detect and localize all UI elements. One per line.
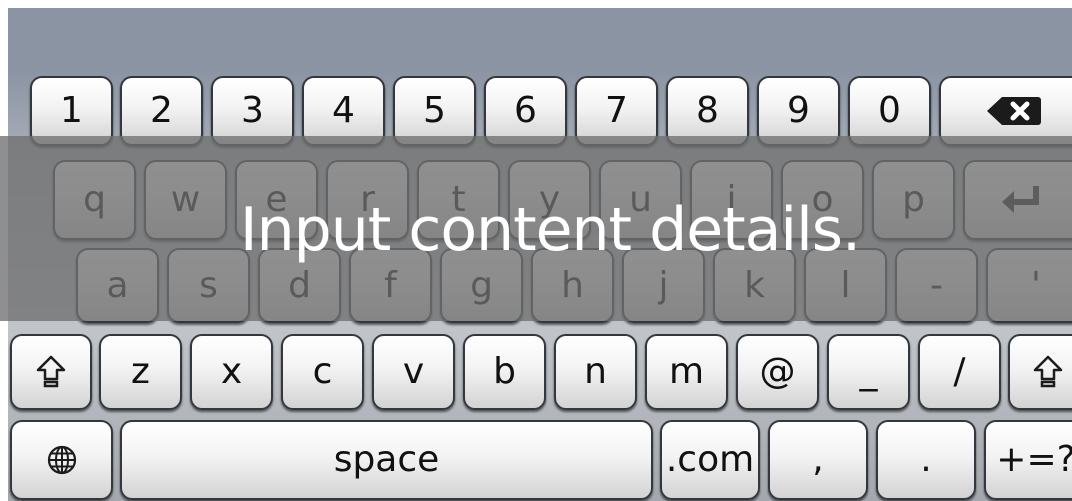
period-key[interactable]: . — [876, 420, 976, 500]
dotcom-key[interactable]: .com — [660, 420, 760, 500]
key-label: @ — [759, 351, 796, 392]
shift-right-key[interactable] — [1008, 334, 1072, 410]
key-label: 1 — [60, 90, 83, 131]
key-label: 7 — [605, 90, 628, 131]
shift-icon — [1033, 355, 1063, 389]
symbols-label: +=? — [996, 439, 1072, 480]
key-label: / — [953, 351, 966, 392]
key-z[interactable]: z — [99, 334, 182, 410]
key-label: _ — [859, 351, 878, 392]
key-underscore[interactable]: _ — [827, 334, 910, 410]
key-label: n — [584, 351, 607, 392]
language-key[interactable] — [10, 420, 113, 500]
key-label: m — [668, 351, 705, 392]
key-slash[interactable]: / — [918, 334, 1001, 410]
key-label: x — [220, 351, 243, 392]
key-label: c — [312, 351, 333, 392]
key-label: 2 — [150, 90, 173, 131]
key-label: 4 — [332, 90, 355, 131]
shift-icon — [36, 355, 66, 389]
key-label: z — [131, 351, 150, 392]
key-label: 6 — [514, 90, 537, 131]
space-key[interactable]: space — [120, 420, 653, 500]
key-label: v — [402, 351, 425, 392]
key-label: 0 — [878, 90, 901, 131]
key-label: 9 — [787, 90, 810, 131]
key-x[interactable]: x — [190, 334, 273, 410]
key-label: 3 — [241, 90, 264, 131]
key-label: 8 — [696, 90, 719, 131]
key-label: b — [493, 351, 516, 392]
key-v[interactable]: v — [372, 334, 455, 410]
period-label: . — [920, 439, 932, 480]
key-n[interactable]: n — [554, 334, 637, 410]
key-label: 5 — [423, 90, 446, 131]
globe-icon — [46, 444, 78, 476]
backspace-icon — [986, 96, 1042, 126]
toast-message: Input content details. — [239, 195, 861, 265]
shift-left-key[interactable] — [10, 334, 92, 410]
symbols-key[interactable]: +=? — [984, 420, 1072, 500]
key-m[interactable]: m — [645, 334, 728, 410]
key-at[interactable]: @ — [736, 334, 819, 410]
key-b[interactable]: b — [463, 334, 546, 410]
comma-key[interactable]: , — [768, 420, 868, 500]
key-c[interactable]: c — [281, 334, 364, 410]
space-label: space — [333, 439, 440, 480]
comma-label: , — [812, 439, 824, 480]
dotcom-label: .com — [665, 439, 755, 480]
